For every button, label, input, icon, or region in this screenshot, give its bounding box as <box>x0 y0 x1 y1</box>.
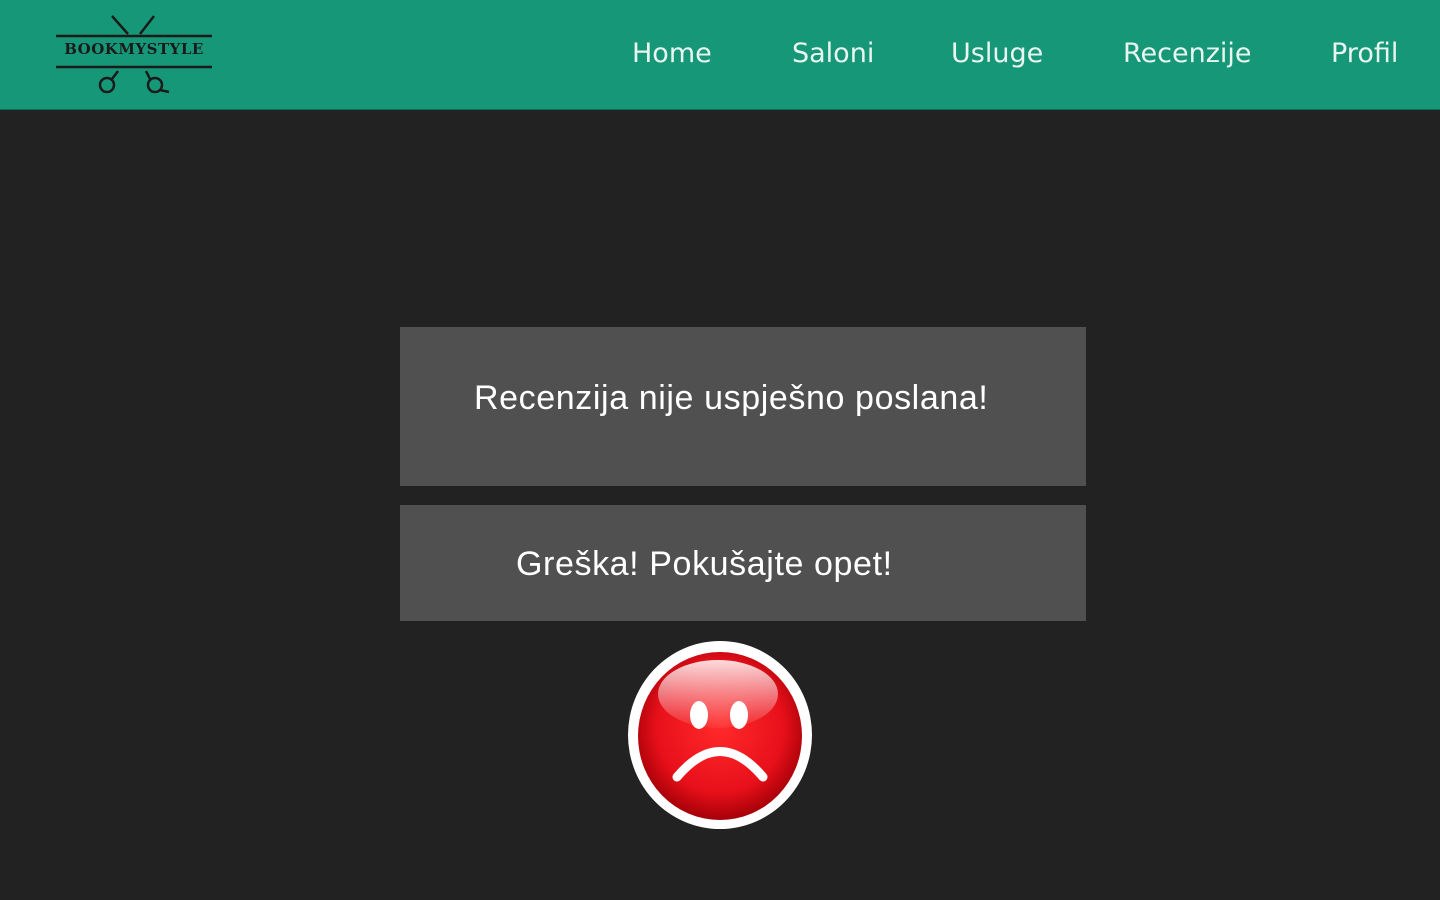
brand-name: BOOKMYSTYLE <box>64 40 204 58</box>
nav-home-link[interactable]: Home <box>632 38 712 69</box>
sad-face-icon <box>627 640 813 830</box>
brand-logo[interactable]: BOOKMYSTYLE <box>56 14 214 98</box>
nav-saloni-link[interactable]: Saloni <box>792 38 874 69</box>
message-subtitle-panel: Greška! Pokušajte opet! <box>400 505 1086 621</box>
nav-recenzije-link[interactable]: Recenzije <box>1123 38 1252 69</box>
message-title-panel: Recenzija nije uspješno poslana! <box>400 327 1086 486</box>
message-subtitle: Greška! Pokušajte opet! <box>516 545 893 583</box>
top-navbar: BOOKMYSTYLE Home Saloni Usluge Recenzije… <box>0 0 1440 110</box>
message-title: Recenzija nije uspješno poslana! <box>474 379 989 417</box>
nav-profil-link[interactable]: Profil <box>1331 38 1398 69</box>
nav-usluge-link[interactable]: Usluge <box>951 38 1043 69</box>
